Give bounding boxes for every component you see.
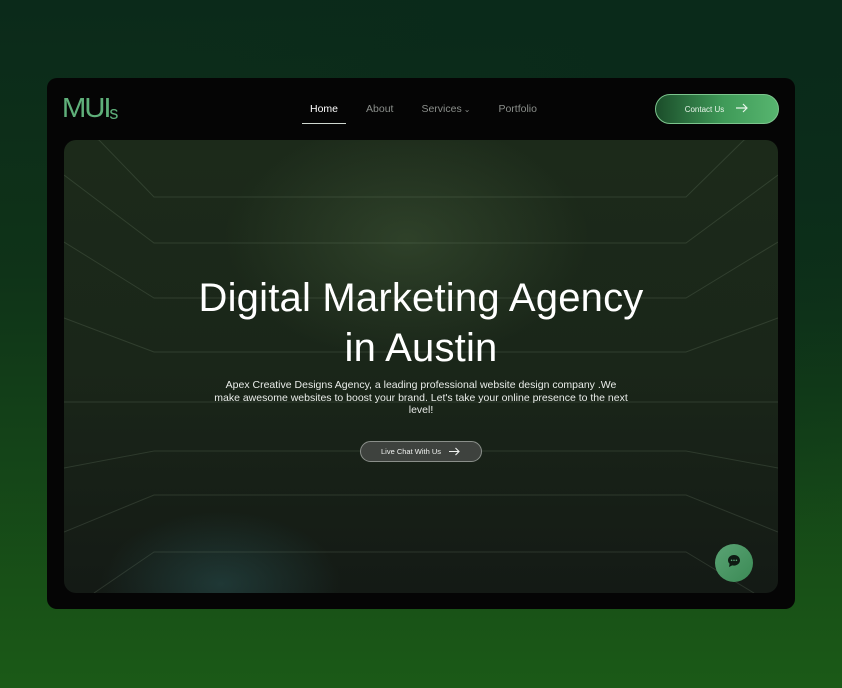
contact-us-label: Contact Us: [684, 104, 725, 114]
nav-item-about[interactable]: About: [358, 94, 401, 124]
main-nav: Home About Services ⌄ Portfolio: [302, 94, 545, 124]
chat-widget-button[interactable]: [715, 544, 753, 582]
arrow-right-icon: [449, 446, 461, 458]
nav-item-portfolio[interactable]: Portfolio: [490, 94, 545, 124]
arrow-right-icon: [736, 103, 749, 115]
contact-us-button[interactable]: Contact Us: [655, 94, 779, 124]
hero-section: Digital Marketing Agency in Austin Apex …: [64, 140, 778, 593]
nav-item-services[interactable]: Services ⌄: [413, 94, 478, 124]
hero-title: Digital Marketing Agency in Austin: [64, 273, 778, 373]
chat-bubble-icon: [727, 554, 741, 573]
logo-suffix: s: [109, 103, 119, 123]
logo[interactable]: MUI s: [62, 92, 119, 124]
nav-item-label: About: [366, 103, 394, 115]
live-chat-label: Live Chat With Us: [380, 447, 442, 456]
app-window: MUI s Home About Services ⌄ Portfolio Con…: [47, 78, 795, 609]
chevron-down-icon: ⌄: [463, 104, 471, 114]
hero-title-line2: in Austin: [344, 326, 498, 370]
hero-description: Apex Creative Designs Agency, a leading …: [214, 379, 628, 416]
nav-item-home[interactable]: Home: [302, 94, 347, 124]
nav-item-label: Services: [421, 103, 462, 115]
nav-item-label: Home: [310, 103, 339, 115]
nav-item-label: Portfolio: [498, 103, 537, 115]
logo-main: MUI: [61, 92, 112, 123]
live-chat-button[interactable]: Live Chat With Us: [360, 441, 482, 462]
hero-title-line1: Digital Marketing Agency: [198, 276, 644, 320]
